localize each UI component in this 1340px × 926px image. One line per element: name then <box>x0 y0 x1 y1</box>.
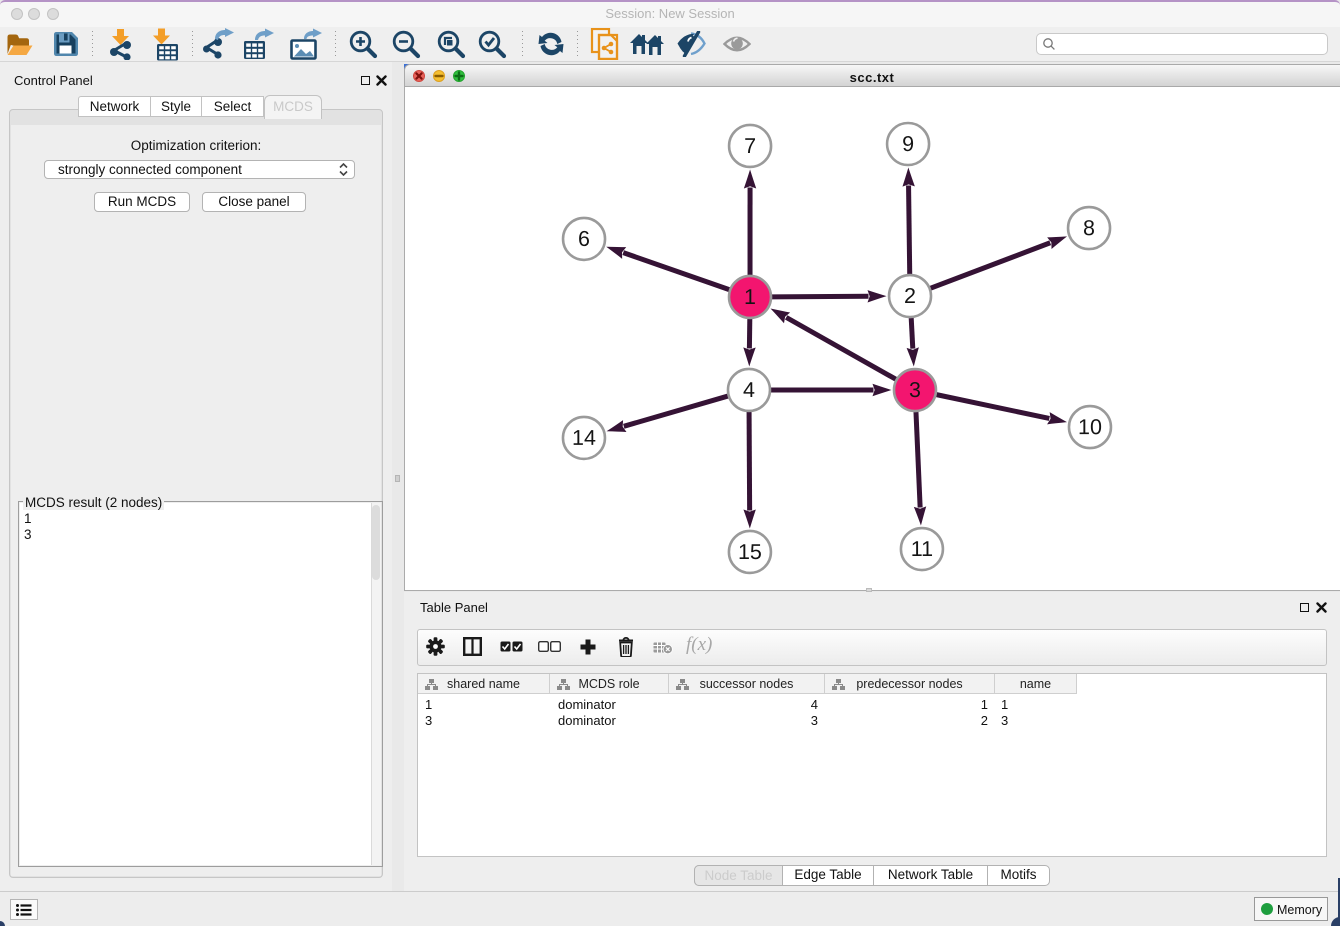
svg-text:3: 3 <box>909 378 921 402</box>
svg-text:11: 11 <box>911 537 933 561</box>
svg-text:1: 1 <box>744 285 756 309</box>
svg-text:7: 7 <box>744 134 756 158</box>
svg-text:10: 10 <box>1078 415 1102 439</box>
svg-text:8: 8 <box>1083 216 1095 240</box>
svg-text:9: 9 <box>902 132 914 156</box>
svg-text:4: 4 <box>743 378 755 402</box>
svg-text:15: 15 <box>738 540 762 564</box>
svg-text:2: 2 <box>904 284 916 308</box>
svg-text:6: 6 <box>578 227 590 251</box>
svg-text:14: 14 <box>572 426 596 450</box>
